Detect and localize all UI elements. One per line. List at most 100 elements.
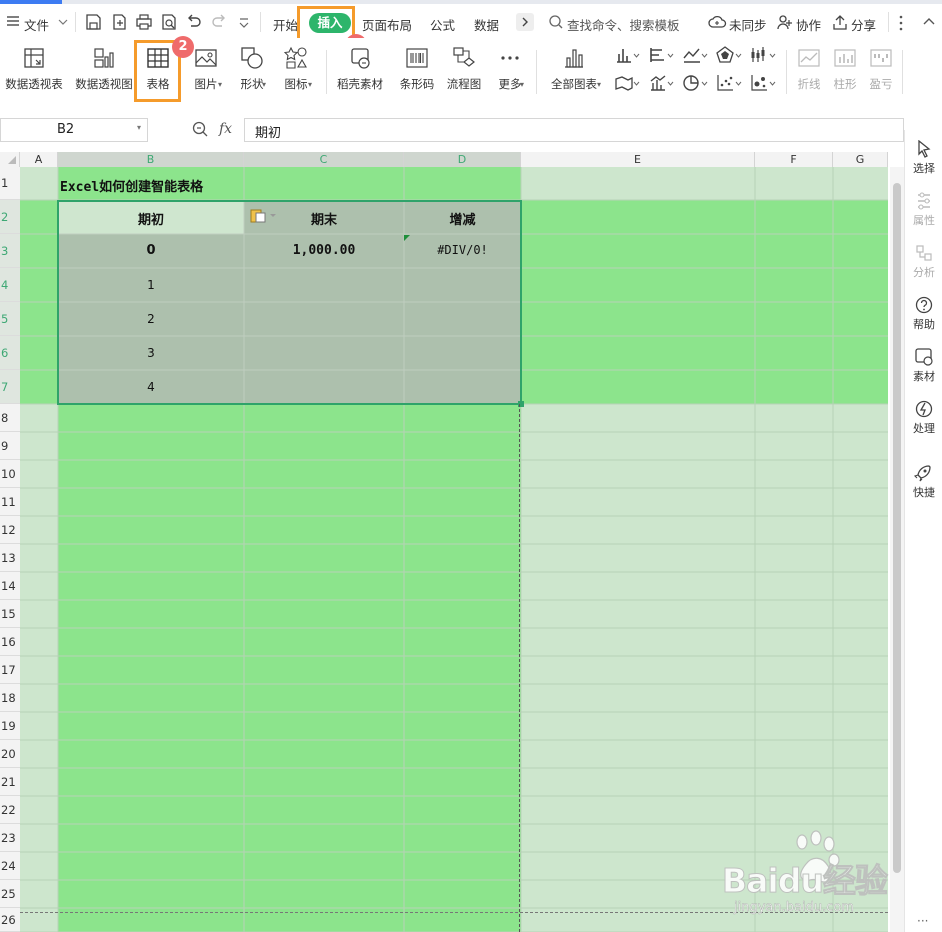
cell-b6[interactable]: 3 bbox=[58, 346, 244, 360]
column-header-a[interactable]: A bbox=[20, 152, 58, 167]
watermark-brand: Baidu经验 bbox=[722, 861, 889, 901]
bubble-chart-icon[interactable] bbox=[750, 74, 776, 92]
tabs-scroll-right-button[interactable] bbox=[516, 13, 534, 31]
cell-b3[interactable]: 0 bbox=[58, 243, 244, 258]
row-header-18[interactable]: 18 bbox=[0, 684, 20, 712]
column-header-c[interactable]: C bbox=[244, 152, 404, 167]
line-chart-icon[interactable] bbox=[682, 46, 708, 64]
column-header-e[interactable]: E bbox=[521, 152, 755, 167]
tab-page-layout[interactable]: 页面布局 bbox=[362, 15, 412, 34]
sheet-grid[interactable]: Excel如何创建智能表格 期初 期末 增减 0 1,000.00 #DIV/0… bbox=[20, 167, 888, 932]
side-shortcut-button[interactable]: 快捷 bbox=[905, 464, 942, 500]
row-header-25[interactable]: 25 bbox=[0, 880, 20, 908]
row-header-14[interactable]: 14 bbox=[0, 572, 20, 600]
row-header-2[interactable]: 2 bbox=[0, 200, 20, 234]
scrollbar-thumb[interactable] bbox=[893, 183, 901, 873]
sparkline-bar-icon bbox=[833, 46, 857, 70]
row-header-22[interactable]: 22 bbox=[0, 796, 20, 824]
error-indicator-icon[interactable] bbox=[404, 235, 410, 241]
row-header-19[interactable]: 19 bbox=[0, 712, 20, 740]
scatter-chart-icon[interactable] bbox=[716, 74, 742, 92]
row-header-26[interactable]: 26 bbox=[0, 908, 20, 932]
column-header-g[interactable]: G bbox=[833, 152, 888, 167]
radar-chart-icon[interactable] bbox=[716, 46, 742, 64]
share-button[interactable]: 分享 bbox=[851, 15, 876, 34]
export-icon[interactable] bbox=[110, 13, 128, 31]
map-chart-icon[interactable] bbox=[614, 74, 640, 92]
formula-input[interactable]: 期初 bbox=[244, 118, 904, 142]
collapse-ribbon-icon[interactable] bbox=[922, 15, 936, 29]
share-icon[interactable] bbox=[831, 13, 849, 31]
row-header-4[interactable]: 4 bbox=[0, 268, 20, 302]
cell-d3[interactable]: #DIV/0! bbox=[404, 243, 521, 257]
print-icon[interactable] bbox=[135, 13, 153, 31]
more-vertical-icon[interactable] bbox=[898, 15, 904, 31]
side-properties-button[interactable]: 属性 bbox=[905, 192, 942, 228]
pie-chart-icon[interactable] bbox=[682, 74, 708, 92]
header-opening: 期初 bbox=[137, 213, 164, 228]
row-header-12[interactable]: 12 bbox=[0, 516, 20, 544]
sync-status[interactable]: 未同步 bbox=[729, 15, 767, 34]
row-header-21[interactable]: 21 bbox=[0, 768, 20, 796]
cell-b7[interactable]: 4 bbox=[58, 380, 244, 394]
side-material-button[interactable]: 素材 bbox=[905, 348, 942, 384]
stock-chart-icon[interactable] bbox=[750, 46, 776, 64]
column-chart-icon[interactable] bbox=[614, 46, 640, 64]
chevron-down-icon[interactable] bbox=[58, 18, 68, 26]
collaborate-icon[interactable] bbox=[776, 13, 794, 31]
combo-chart-icon[interactable] bbox=[648, 74, 674, 92]
name-box-dropdown-icon[interactable]: ▾ bbox=[137, 123, 141, 132]
row-header-23[interactable]: 23 bbox=[0, 824, 20, 852]
row-header-7[interactable]: 7 bbox=[0, 370, 20, 404]
side-process-button[interactable]: 处理 bbox=[905, 400, 942, 436]
icons-gallery-icon bbox=[284, 46, 308, 70]
row-header-24[interactable]: 24 bbox=[0, 852, 20, 880]
side-select-button[interactable]: 选择 bbox=[905, 140, 942, 176]
side-panel: 选择 属性 分析 帮助 素材 处理 快捷 ··· bbox=[904, 130, 942, 932]
tab-formulas[interactable]: 公式 bbox=[430, 15, 455, 34]
pivot-chart-icon bbox=[92, 46, 116, 70]
row-header-1[interactable]: 1 bbox=[0, 167, 20, 200]
print-preview-icon[interactable] bbox=[160, 13, 178, 31]
hamburger-icon[interactable] bbox=[6, 15, 20, 27]
select-all-corner[interactable] bbox=[0, 152, 20, 167]
tab-home[interactable]: 开始 bbox=[273, 15, 298, 34]
vertical-scrollbar[interactable] bbox=[890, 167, 904, 932]
row-header-8[interactable]: 8 bbox=[0, 404, 20, 432]
fx-icon[interactable]: fx bbox=[219, 121, 232, 137]
column-header-d[interactable]: D bbox=[404, 152, 521, 167]
quick-access-more-icon[interactable] bbox=[237, 13, 255, 31]
row-header-20[interactable]: 20 bbox=[0, 740, 20, 768]
file-menu[interactable]: 文件 bbox=[24, 15, 49, 34]
row-header-17[interactable]: 17 bbox=[0, 656, 20, 684]
row-header-3[interactable]: 3 bbox=[0, 234, 20, 268]
side-more-icon[interactable]: ··· bbox=[917, 914, 928, 928]
search-command-input[interactable]: 查找命令、搜索模板 bbox=[567, 15, 680, 34]
tab-data[interactable]: 数据 bbox=[474, 15, 499, 34]
side-analysis-button[interactable]: 分析 bbox=[905, 244, 942, 280]
collaborate-button[interactable]: 协作 bbox=[796, 15, 821, 34]
side-help-button[interactable]: 帮助 bbox=[905, 296, 942, 332]
column-header-bar: A B C D E F G bbox=[0, 152, 888, 168]
cloud-sync-icon[interactable] bbox=[708, 13, 727, 31]
column-header-b[interactable]: B bbox=[58, 152, 244, 167]
row-header-15[interactable]: 15 bbox=[0, 600, 20, 628]
row-header-13[interactable]: 13 bbox=[0, 544, 20, 572]
row-header-16[interactable]: 16 bbox=[0, 628, 20, 656]
row-header-6[interactable]: 6 bbox=[0, 336, 20, 370]
row-header-9[interactable]: 9 bbox=[0, 432, 20, 460]
undo-icon[interactable] bbox=[185, 13, 203, 31]
cell-b4[interactable]: 1 bbox=[58, 278, 244, 292]
cell-c3[interactable]: 1,000.00 bbox=[244, 243, 404, 258]
zoom-formula-icon[interactable] bbox=[192, 121, 209, 138]
redo-icon[interactable] bbox=[210, 13, 228, 31]
save-icon[interactable] bbox=[84, 13, 102, 31]
name-box[interactable]: B2 ▾ bbox=[0, 118, 148, 142]
bar-chart-horizontal-icon[interactable] bbox=[648, 46, 674, 64]
cell-b5[interactable]: 2 bbox=[58, 312, 244, 326]
row-header-10[interactable]: 10 bbox=[0, 460, 20, 488]
row-header-11[interactable]: 11 bbox=[0, 488, 20, 516]
row-header-5[interactable]: 5 bbox=[0, 302, 20, 336]
paste-options-icon[interactable] bbox=[250, 207, 278, 223]
column-header-f[interactable]: F bbox=[755, 152, 833, 167]
